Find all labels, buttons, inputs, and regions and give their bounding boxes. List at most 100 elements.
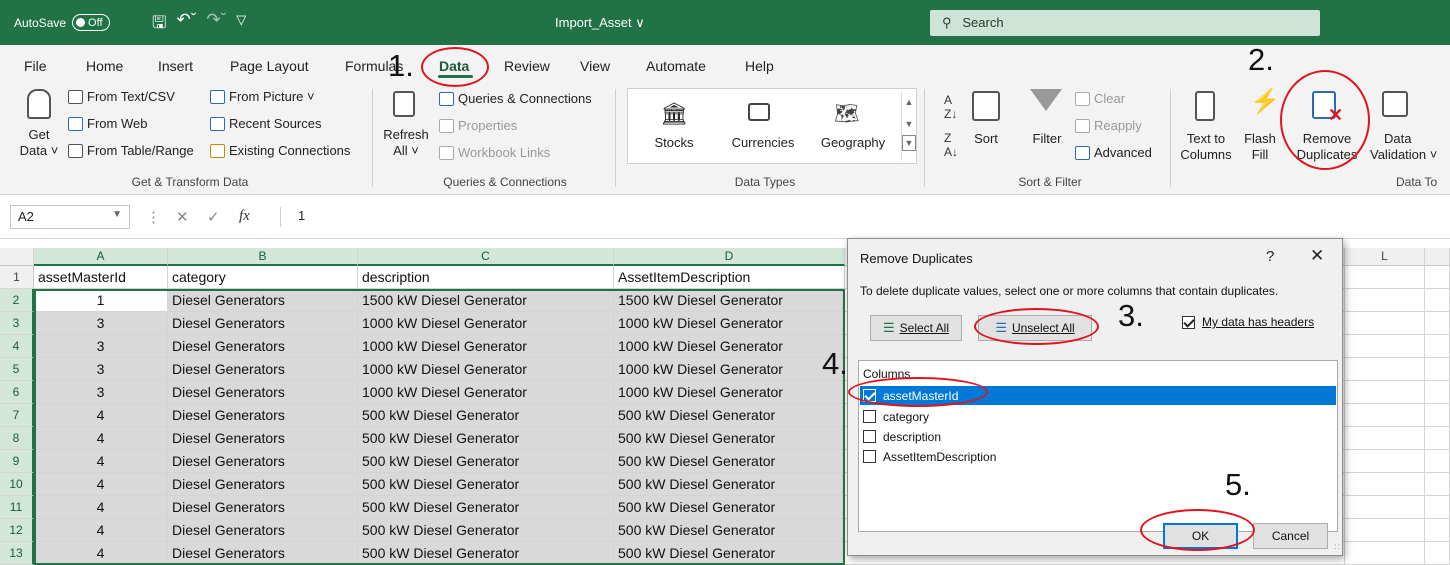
tab-review[interactable]: Review	[504, 58, 550, 74]
header-cell[interactable]: AssetItemDescription	[614, 266, 845, 289]
empty-cell[interactable]	[1425, 473, 1450, 496]
table-cell[interactable]: 3	[34, 358, 168, 381]
column-header-d[interactable]: D	[614, 248, 845, 266]
table-cell[interactable]: 4	[34, 519, 168, 542]
empty-cell[interactable]	[1425, 450, 1450, 473]
get-data-button[interactable]: Get Data ˅	[16, 127, 62, 159]
table-cell[interactable]: 4	[34, 427, 168, 450]
column-item-category[interactable]: category	[860, 407, 1336, 426]
empty-cell[interactable]	[1345, 335, 1425, 358]
gallery-scroll[interactable]: ▲ ▼ ▼	[901, 91, 916, 161]
header-cell[interactable]: category	[168, 266, 358, 289]
from-table-range-button[interactable]: From Table/Range	[68, 143, 194, 158]
from-text-csv-button[interactable]: From Text/CSV	[68, 89, 175, 104]
currencies-button[interactable]: Currencies	[723, 135, 803, 151]
empty-cell[interactable]	[1425, 335, 1450, 358]
remove-duplicates-button[interactable]: Remove Duplicates	[1292, 131, 1362, 163]
autosave-control[interactable]: AutoSave Off	[14, 14, 110, 31]
tab-page-layout[interactable]: Page Layout	[230, 58, 309, 74]
table-cell[interactable]: 3	[34, 335, 168, 358]
formula-input[interactable]: 1	[290, 205, 1440, 229]
table-cell[interactable]: 500 kW Diesel Generator	[614, 496, 845, 519]
table-cell[interactable]: Diesel Generators	[168, 358, 358, 381]
table-cell[interactable]: 1000 kW Diesel Generator	[358, 335, 614, 358]
insert-function-icon[interactable]: fx	[239, 208, 250, 225]
table-cell[interactable]: 500 kW Diesel Generator	[358, 404, 614, 427]
table-cell[interactable]: 500 kW Diesel Generator	[358, 496, 614, 519]
my-data-has-headers-checkbox[interactable]: My data has headers	[1182, 315, 1314, 329]
table-cell[interactable]: Diesel Generators	[168, 312, 358, 335]
empty-cell[interactable]	[1425, 358, 1450, 381]
workbook-links-button[interactable]: Workbook Links	[439, 145, 550, 160]
empty-cell[interactable]	[1345, 542, 1425, 565]
empty-cell[interactable]	[1425, 381, 1450, 404]
queries-connections-button[interactable]: Queries & Connections	[439, 91, 592, 106]
table-cell[interactable]: Diesel Generators	[168, 381, 358, 404]
cancel-icon[interactable]: ✕	[176, 208, 189, 226]
table-cell[interactable]: 500 kW Diesel Generator	[358, 473, 614, 496]
help-button[interactable]: ?	[1266, 248, 1274, 265]
empty-cell[interactable]	[1425, 266, 1450, 289]
flash-fill-button[interactable]: Flash Fill	[1240, 131, 1280, 163]
empty-cell[interactable]	[1345, 519, 1425, 542]
table-cell[interactable]: 1500 kW Diesel Generator	[358, 289, 614, 312]
tab-insert[interactable]: Insert	[158, 58, 193, 74]
empty-cell[interactable]	[1345, 266, 1425, 289]
table-cell[interactable]: 4	[34, 496, 168, 519]
empty-cell[interactable]	[1425, 427, 1450, 450]
column-item-assetmasterid[interactable]: assetMasterId	[860, 386, 1336, 405]
table-cell[interactable]: 1000 kW Diesel Generator	[358, 381, 614, 404]
geography-button[interactable]: Geography	[813, 135, 893, 151]
table-cell[interactable]: 500 kW Diesel Generator	[358, 519, 614, 542]
empty-cell[interactable]	[1345, 289, 1425, 312]
select-all-button[interactable]: ☰ Select All	[870, 315, 962, 341]
empty-cell[interactable]	[1425, 312, 1450, 335]
row-header[interactable]: 5	[0, 358, 34, 381]
table-cell[interactable]: 4	[34, 542, 168, 565]
column-header-m[interactable]	[1425, 248, 1450, 266]
undo-icon[interactable]: ↶ˇ	[176, 10, 196, 39]
close-button[interactable]: ✕	[1310, 246, 1324, 266]
table-cell[interactable]: 1000 kW Diesel Generator	[614, 312, 845, 335]
table-cell[interactable]: 1000 kW Diesel Generator	[358, 312, 614, 335]
empty-cell[interactable]	[1425, 289, 1450, 312]
enter-icon[interactable]: ✓	[207, 208, 220, 226]
table-cell[interactable]: Diesel Generators	[168, 450, 358, 473]
stocks-button[interactable]: Stocks	[638, 135, 710, 151]
table-cell[interactable]: 1000 kW Diesel Generator	[614, 335, 845, 358]
table-cell[interactable]: 4	[34, 404, 168, 427]
empty-cell[interactable]	[1425, 496, 1450, 519]
ok-button[interactable]: OK	[1163, 523, 1238, 549]
empty-cell[interactable]	[1345, 427, 1425, 450]
cancel-button[interactable]: Cancel	[1253, 523, 1328, 549]
table-cell[interactable]: 1500 kW Diesel Generator	[614, 289, 845, 312]
row-header[interactable]: 7	[0, 404, 34, 427]
table-cell[interactable]: 1000 kW Diesel Generator	[358, 358, 614, 381]
table-cell[interactable]: Diesel Generators	[168, 427, 358, 450]
data-validation-button[interactable]: Data Validation ˅	[1370, 131, 1446, 163]
redo-icon[interactable]: ↷ˇ	[206, 10, 226, 39]
column-header-c[interactable]: C	[358, 248, 614, 266]
table-cell[interactable]: 4	[34, 450, 168, 473]
refresh-all-button[interactable]: Refresh All ˅	[383, 127, 429, 159]
file-title[interactable]: Import_Asset ∨	[555, 15, 645, 31]
table-cell[interactable]: 500 kW Diesel Generator	[358, 542, 614, 565]
empty-cell[interactable]	[1345, 381, 1425, 404]
table-cell[interactable]: 1000 kW Diesel Generator	[614, 381, 845, 404]
empty-cell[interactable]	[1345, 496, 1425, 519]
table-cell[interactable]: 1000 kW Diesel Generator	[614, 358, 845, 381]
table-cell[interactable]: Diesel Generators	[168, 542, 358, 565]
column-header-l[interactable]: L	[1345, 248, 1425, 266]
empty-cell[interactable]	[1425, 404, 1450, 427]
recent-sources-button[interactable]: Recent Sources	[210, 116, 322, 131]
column-header-b[interactable]: B	[168, 248, 358, 266]
table-cell[interactable]: 1	[34, 289, 168, 312]
table-cell[interactable]: 3	[34, 381, 168, 404]
header-cell[interactable]: assetMasterId	[34, 266, 168, 289]
table-cell[interactable]: 4	[34, 473, 168, 496]
table-cell[interactable]: 500 kW Diesel Generator	[614, 404, 845, 427]
table-cell[interactable]: 500 kW Diesel Generator	[614, 519, 845, 542]
unselect-all-button[interactable]: ☰ Unselect All	[978, 315, 1092, 341]
sort-ascending-icon[interactable]: A Z↓	[944, 93, 957, 121]
column-item-description[interactable]: description	[860, 427, 1336, 446]
